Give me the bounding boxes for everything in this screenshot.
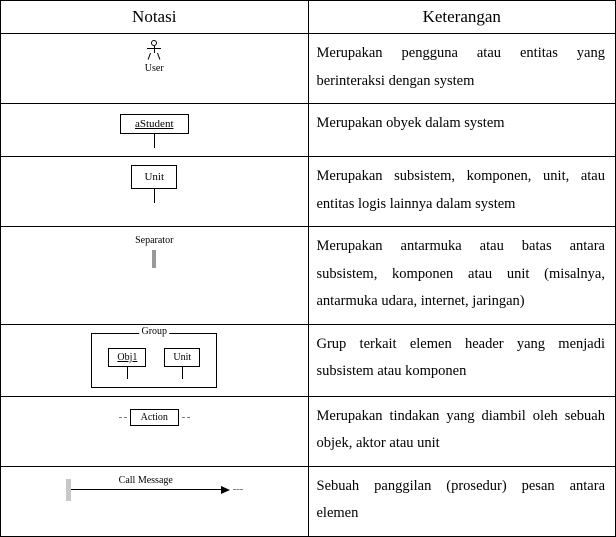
table-row: User Merupakan pengguna atau entitas yan… bbox=[1, 34, 616, 104]
notation-object: aStudent bbox=[1, 104, 309, 157]
group-obj1-box: Obj1 bbox=[108, 348, 146, 367]
separator-bar-icon bbox=[152, 250, 156, 268]
description-cell: Merupakan obyek dalam system bbox=[308, 104, 616, 157]
lifeline-icon bbox=[154, 134, 155, 148]
description-cell: Sebuah panggilan (prosedur) pesan antara… bbox=[308, 466, 616, 536]
table-row: Unit Merupakan subsistem, komponen, unit… bbox=[1, 157, 616, 227]
table-row: Separator Merupakan antarmuka atau batas… bbox=[1, 227, 616, 325]
notation-group: Group Obj1 Unit bbox=[1, 324, 309, 396]
group-title: Group bbox=[139, 326, 169, 337]
description-cell: Merupakan antarmuka atau batas antara su… bbox=[308, 227, 616, 325]
actor-icon bbox=[146, 40, 162, 62]
notation-table: Notasi Keterangan User Merupakan penggun… bbox=[0, 0, 616, 537]
notation-unit: Unit bbox=[1, 157, 309, 227]
group-unit-box: Unit bbox=[164, 348, 200, 367]
notation-call-message: Call Message bbox=[1, 466, 309, 536]
lifeline-icon bbox=[154, 189, 155, 203]
dash-left-icon bbox=[119, 417, 127, 418]
table-header-row: Notasi Keterangan bbox=[1, 1, 616, 34]
notation-label: Separator bbox=[5, 235, 304, 246]
table-row: Call Message Sebuah panggilan (prosedur)… bbox=[1, 466, 616, 536]
description-cell: Merupakan subsistem, komponen, unit, ata… bbox=[308, 157, 616, 227]
table-row: aStudent Merupakan obyek dalam system bbox=[1, 104, 616, 157]
notation-separator: Separator bbox=[1, 227, 309, 325]
dash-right-icon bbox=[233, 489, 243, 490]
description-cell: Grup terkait elemen header yang menjadi … bbox=[308, 324, 616, 396]
table-row: Group Obj1 Unit Grup terkait elemen head… bbox=[1, 324, 616, 396]
group-box-icon: Group Obj1 Unit bbox=[91, 333, 217, 388]
notation-user: User bbox=[1, 34, 309, 104]
description-cell: Merupakan tindakan yang diambil oleh seb… bbox=[308, 396, 616, 466]
notation-label: Call Message bbox=[119, 475, 173, 486]
object-box-icon: aStudent bbox=[120, 114, 189, 134]
dash-right-icon bbox=[182, 417, 190, 418]
notation-label: User bbox=[145, 63, 164, 74]
lifeline-icon bbox=[127, 367, 128, 379]
unit-box-icon: Unit bbox=[131, 165, 177, 189]
notation-action: Action bbox=[1, 396, 309, 466]
table-row: Action Merupakan tindakan yang diambil o… bbox=[1, 396, 616, 466]
header-notasi: Notasi bbox=[1, 1, 309, 34]
message-line-icon: Call Message bbox=[71, 489, 221, 490]
header-keterangan: Keterangan bbox=[308, 1, 616, 34]
lifeline-icon bbox=[182, 367, 183, 379]
description-cell: Merupakan pengguna atau entitas yang ber… bbox=[308, 34, 616, 104]
arrowhead-icon bbox=[221, 486, 230, 494]
action-box-icon: Action bbox=[130, 409, 179, 426]
